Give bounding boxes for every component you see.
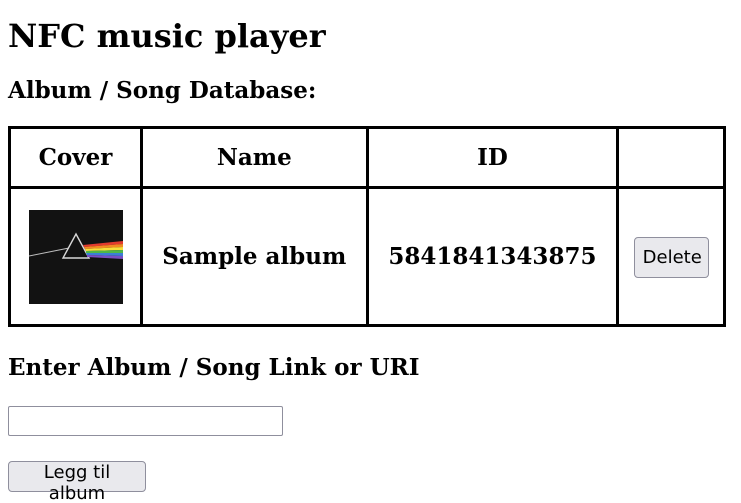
table-row: Sample album 5841841343875 Delete [7, 186, 726, 327]
column-header-id: ID [365, 126, 620, 189]
cover-cell [7, 186, 144, 327]
column-header-action [616, 126, 726, 189]
uri-heading: Enter Album / Song Link or URI [8, 354, 420, 381]
column-header-cover: Cover [7, 126, 144, 189]
album-cover-icon [28, 209, 123, 304]
album-id-cell: 5841841343875 [365, 186, 620, 327]
delete-button[interactable]: Delete [633, 237, 709, 278]
page: NFC music player Album / Song Database: … [0, 17, 741, 503]
table-header-row: Cover Name ID [7, 126, 726, 189]
column-header-name: Name [140, 126, 369, 189]
action-cell: Delete [616, 186, 726, 327]
add-album-button[interactable]: Legg til album [8, 461, 146, 503]
page-title: NFC music player [8, 17, 326, 55]
album-name-cell: Sample album [140, 186, 369, 327]
uri-input[interactable] [8, 406, 283, 436]
album-table: Cover Name ID Sample album 5841841343875… [7, 126, 726, 327]
database-heading: Album / Song Database: [8, 77, 317, 104]
